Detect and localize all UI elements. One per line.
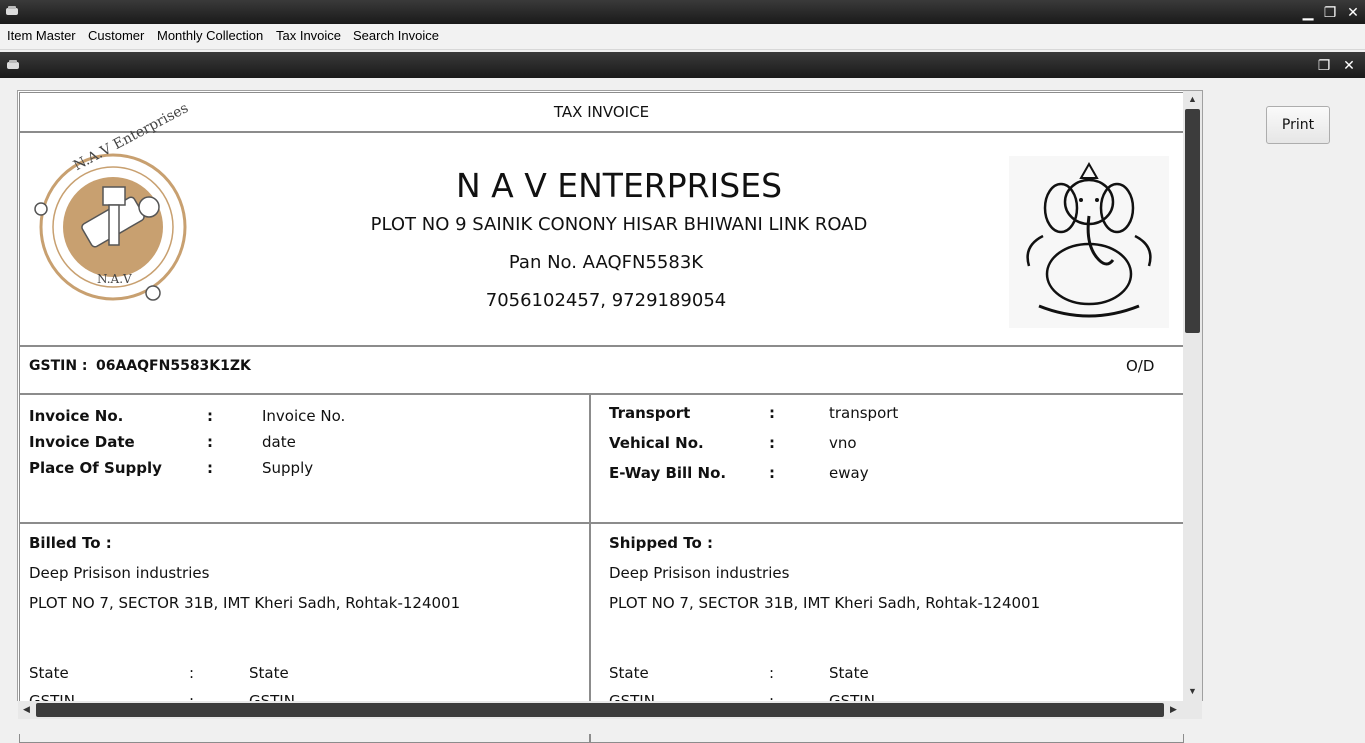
gstin-label: GSTIN : (29, 358, 88, 374)
scroll-left-arrow-icon[interactable]: ◀ (23, 704, 30, 715)
shipped-to-address: PLOT NO 7, SECTOR 31B, IMT Kheri Sadh, R… (609, 594, 1041, 612)
place-of-supply-sep: : (207, 459, 213, 477)
scroll-right-arrow-icon[interactable]: ▶ (1170, 704, 1177, 715)
billed-state-label: State (29, 664, 69, 682)
scroll-down-arrow-icon[interactable]: ▼ (1188, 686, 1197, 696)
shipped-state-sep: : (769, 664, 775, 682)
app-title-bar: ▁ ❐ ✕ (0, 0, 1365, 24)
invoice-date-sep: : (207, 433, 213, 451)
horizontal-scroll-thumb[interactable] (36, 703, 1164, 717)
shipped-state-value: State (829, 664, 869, 682)
shipped-to-heading: Shipped To : (609, 534, 713, 552)
minimize-button[interactable]: ▁ (1298, 2, 1318, 22)
print-button[interactable]: Print (1266, 106, 1330, 144)
place-of-supply-value: Supply (262, 459, 314, 477)
transport-label: Transport (609, 404, 691, 422)
invoice-date-label: Invoice Date (29, 433, 135, 451)
eway-bill-value: eway (829, 464, 869, 482)
scroll-up-arrow-icon[interactable]: ▲ (1188, 94, 1197, 104)
menu-item-monthly-collection[interactable]: Monthly Collection (157, 28, 263, 43)
invoice-title: TAX INVOICE (553, 103, 650, 121)
transport-value: transport (829, 404, 899, 422)
invoice-no-value: Invoice No. (262, 407, 346, 425)
eway-bill-label: E-Way Bill No. (609, 464, 727, 482)
billed-to-name: Deep Prisison industries (29, 564, 210, 582)
gstin-value: 06AAQFN5583K1ZK (96, 358, 251, 374)
vertical-scrollbar[interactable]: ▲ ▼ (1183, 91, 1202, 701)
scrollbar-corner (1184, 701, 1202, 719)
vehicle-no-sep: : (769, 434, 775, 452)
od-label: O/D (1126, 357, 1155, 375)
vehicle-no-value: vno (829, 434, 857, 452)
billed-to-address: PLOT NO 7, SECTOR 31B, IMT Kheri Sadh, R… (29, 594, 461, 612)
vehicle-no-label: Vehical No. (609, 434, 704, 452)
eway-bill-sep: : (769, 464, 775, 482)
menu-item-tax-invoice[interactable]: Tax Invoice (276, 28, 341, 43)
billed-state-sep: : (189, 664, 195, 682)
menu-item-search-invoice[interactable]: Search Invoice (353, 28, 439, 43)
menu-item-customer[interactable]: Customer (88, 28, 144, 43)
deity-image (1009, 156, 1169, 328)
child-close-button[interactable]: ✕ (1339, 55, 1359, 75)
restore-button[interactable]: ❐ (1320, 2, 1340, 22)
invoice-date-value: date (262, 433, 296, 451)
transport-sep: : (769, 404, 775, 422)
billed-to-heading: Billed To : (29, 534, 112, 552)
menu-bar: Item Master Customer Monthly Collection … (0, 24, 1365, 50)
menu-item-item-master[interactable]: Item Master (7, 28, 76, 43)
child-restore-button[interactable]: ❐ (1314, 55, 1334, 75)
app-icon (6, 6, 18, 15)
invoice-no-label: Invoice No. (29, 407, 124, 425)
logo-text-bottom: N.A.V (97, 272, 132, 286)
close-button[interactable]: ✕ (1343, 2, 1363, 22)
horizontal-scrollbar[interactable]: ◀ ▶ (18, 701, 1184, 719)
billed-state-value: State (249, 664, 289, 682)
invoice-no-sep: : (207, 407, 213, 425)
shipped-to-name: Deep Prisison industries (609, 564, 790, 582)
child-window-icon (7, 60, 19, 69)
shipped-state-label: State (609, 664, 649, 682)
vertical-scroll-thumb[interactable] (1185, 109, 1200, 333)
place-of-supply-label: Place Of Supply (29, 459, 162, 477)
child-window-title-bar: ❐ ✕ (0, 52, 1365, 78)
